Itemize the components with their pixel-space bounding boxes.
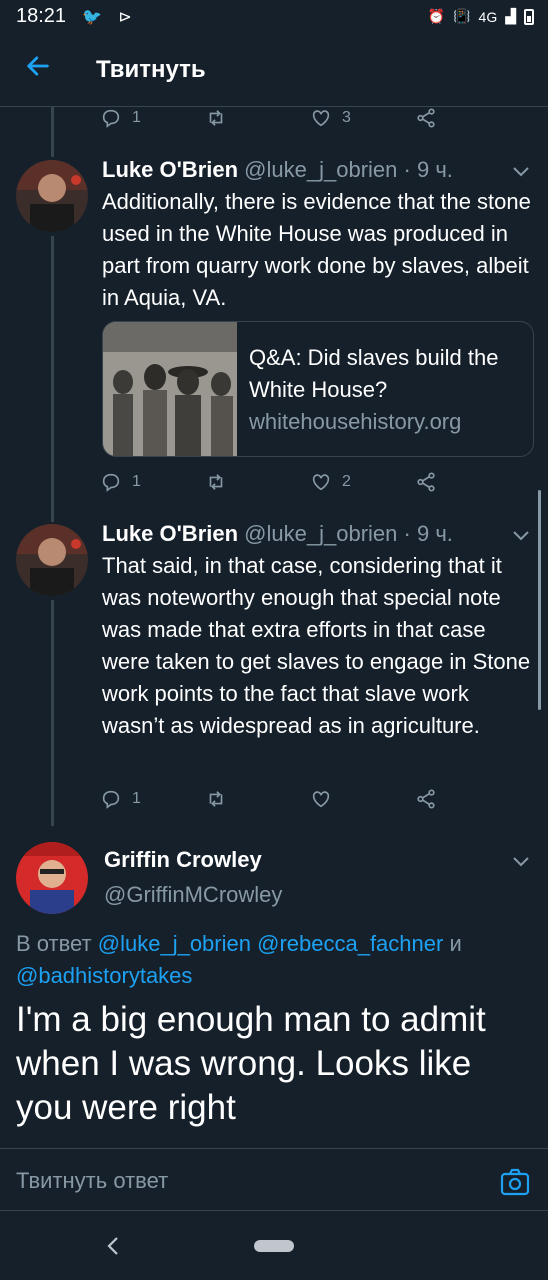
reply-context: В ответ @luke_j_obrien @rebecca_fachner … (16, 928, 536, 992)
chevron-down-icon[interactable] (512, 530, 530, 542)
tweet-actions: 1 2 (100, 468, 520, 496)
avatar-photo (16, 842, 88, 914)
reply-prefix: В ответ (16, 931, 92, 956)
share-button[interactable] (415, 104, 520, 132)
status-bar: 18:21 🐦 ⊳ ⏰ 📳 4G ▟ (0, 0, 548, 34)
reply-icon (102, 109, 120, 128)
notification-icons: 🐦 ⊳ (82, 9, 138, 26)
thread-line (51, 600, 54, 826)
retweet-button[interactable] (205, 468, 310, 496)
retweet-button[interactable] (205, 104, 310, 132)
heart-icon (312, 110, 330, 127)
like-button[interactable]: 3 (310, 104, 415, 132)
avatar-photo (16, 160, 88, 232)
reply-icon (102, 790, 120, 809)
share-icon (417, 472, 435, 492)
signal-icon: ▟ (505, 8, 516, 24)
share-button[interactable] (415, 785, 520, 813)
main-avatar[interactable] (16, 842, 88, 914)
reply-input[interactable]: Твитнуть ответ (16, 1168, 168, 1194)
tweet-actions: 1 (100, 785, 520, 813)
card-thumbnail (103, 322, 237, 456)
share-icon (417, 108, 435, 128)
heart-icon (312, 791, 330, 808)
author-handle[interactable]: @luke_j_obrien (244, 157, 397, 182)
author-name[interactable]: Luke O'Brien (102, 157, 238, 182)
card-domain: whitehousehistory.org (249, 409, 462, 434)
tweet-header: Luke O'Brien @luke_j_obrien · 9 ч. (102, 521, 453, 547)
mention-link[interactable]: @luke_j_obrien (98, 931, 251, 956)
heart-icon (312, 474, 330, 491)
card-title: Q&A: Did slaves build the White House? (249, 345, 499, 402)
reply-button[interactable]: 1 (100, 104, 205, 132)
nav-home-pill[interactable] (254, 1240, 294, 1252)
reply-count: 1 (132, 473, 141, 490)
separator-dot: · (403, 521, 411, 546)
reply-button[interactable]: 1 (100, 468, 205, 496)
status-right: ⏰ 📳 4G ▟ (428, 8, 534, 25)
tweet-time: 9 ч. (416, 157, 453, 182)
thread-line (51, 236, 54, 522)
retweet-button[interactable] (205, 785, 310, 813)
vibrate-icon: 📳 (453, 8, 471, 24)
tweet-time: 9 ч. (416, 521, 453, 546)
separator-dot: · (403, 157, 411, 182)
main-author-name[interactable]: Griffin Crowley (104, 847, 262, 873)
reply-count: 1 (132, 790, 141, 807)
divider (0, 1148, 548, 1149)
reply-icon (102, 473, 120, 492)
link-card[interactable]: Q&A: Did slaves build the White House? w… (102, 321, 534, 457)
status-time: 18:21 (16, 5, 67, 27)
app-bar: Твитнуть (0, 34, 548, 107)
nav-back-icon[interactable] (104, 1232, 122, 1260)
author-handle[interactable]: @luke_j_obrien (244, 521, 397, 546)
thread-line (51, 107, 54, 157)
mention-link[interactable]: @badhistorytakes (16, 963, 192, 988)
network-type: 4G (478, 8, 498, 25)
retweet-icon (209, 110, 223, 126)
avatar-photo (16, 524, 88, 596)
reply-conjunction: и (449, 931, 462, 956)
main-author-handle[interactable]: @GriffinMCrowley (104, 882, 282, 908)
retweet-icon (209, 474, 223, 490)
share-icon (417, 789, 435, 809)
tweet-text: Additionally, there is evidence that the… (102, 189, 531, 310)
alarm-icon: ⏰ (427, 8, 446, 24)
divider (0, 1210, 548, 1211)
author-name[interactable]: Luke O'Brien (102, 521, 238, 546)
share-button[interactable] (415, 468, 520, 496)
like-count: 3 (342, 109, 351, 126)
system-nav-bar (0, 1212, 548, 1280)
avatar[interactable] (16, 524, 88, 596)
retweet-icon (209, 791, 223, 807)
tweet-text: That said, in that case, considering tha… (102, 553, 531, 738)
main-tweet-text: I'm a big enough man to admit when I was… (16, 1000, 486, 1127)
back-arrow-icon[interactable] (24, 52, 52, 80)
camera-icon[interactable] (500, 1168, 530, 1196)
battery-icon (524, 8, 534, 25)
like-button[interactable]: 2 (310, 468, 415, 496)
tweet-header: Luke O'Brien @luke_j_obrien · 9 ч. (102, 157, 453, 183)
scrollbar[interactable] (538, 490, 541, 710)
chevron-down-icon[interactable] (512, 166, 530, 178)
mention-link[interactable]: @rebecca_fachner (257, 931, 443, 956)
tweet-actions: 1 3 (100, 104, 520, 132)
chevron-down-icon[interactable] (512, 856, 530, 868)
reply-count: 1 (132, 109, 141, 126)
reply-button[interactable]: 1 (100, 785, 205, 813)
like-button[interactable] (310, 785, 415, 813)
page-title: Твитнуть (96, 56, 206, 83)
like-count: 2 (342, 473, 351, 490)
avatar[interactable] (16, 160, 88, 232)
